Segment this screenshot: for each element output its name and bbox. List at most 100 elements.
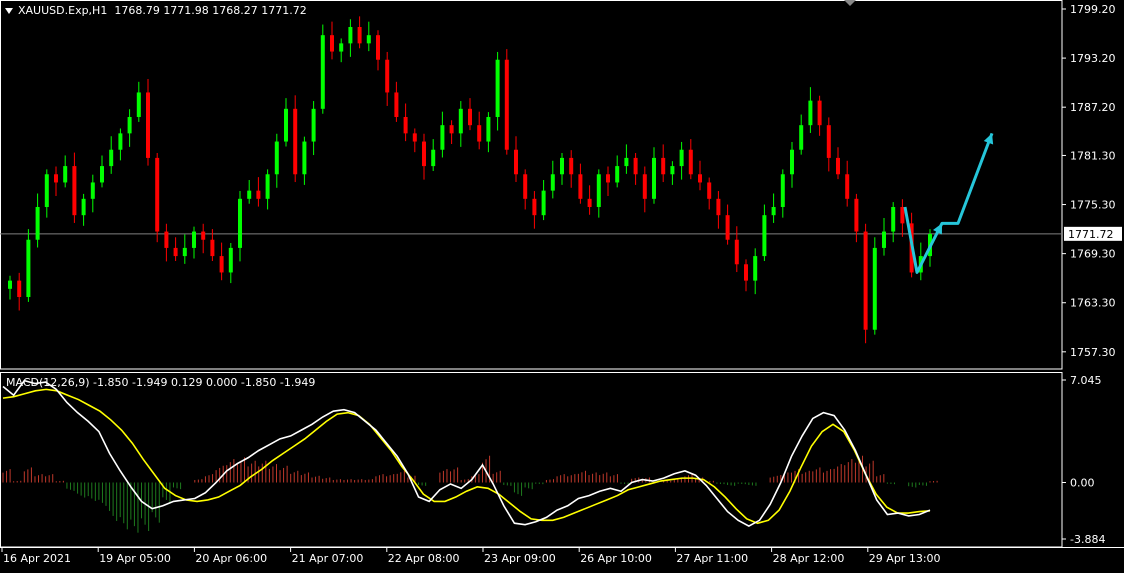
candle-body (606, 174, 610, 183)
candle-body (357, 27, 362, 44)
candle-body (514, 149, 518, 175)
price-tick-label: 1799.20 (1070, 3, 1116, 16)
price-tick-label: 1787.20 (1070, 101, 1116, 114)
chart-header: XAUUSD.Exp,H1 1768.79 1771.98 1768.27 17… (18, 4, 307, 17)
candle-body (541, 190, 546, 216)
candle-body (863, 231, 868, 330)
chart-canvas[interactable]: 1799.20 1793.20 1787.20 1781.30 1775.30 1769.… (0, 0, 1124, 569)
candle-body (54, 174, 58, 183)
candle-body (688, 149, 693, 175)
price-tick-label: 1775.30 (1070, 199, 1116, 212)
candle-body (780, 174, 785, 207)
candle-body (265, 174, 270, 199)
candle-body (339, 43, 344, 52)
candle-body (762, 215, 767, 257)
candle-body (366, 35, 371, 44)
candle-body (109, 149, 114, 167)
time-tick-label: 16 Apr 2021 (3, 552, 71, 565)
candle-body (440, 125, 445, 150)
candle-body (256, 190, 261, 199)
candle-body (707, 182, 712, 199)
candle-body (182, 247, 187, 257)
candle-body (44, 174, 49, 207)
candle-body (569, 157, 574, 175)
candle-body (523, 174, 528, 199)
candle-body (293, 108, 298, 175)
candle-body (192, 231, 196, 248)
candle-body (247, 190, 252, 199)
candle-body (210, 239, 215, 257)
candle-body (81, 198, 86, 216)
time-tick-label: 22 Apr 08:00 (388, 552, 460, 565)
candle-body (725, 215, 730, 240)
candle-body (836, 157, 840, 175)
candle-body (26, 239, 31, 297)
candle-body (734, 239, 739, 265)
candle-body (679, 149, 684, 167)
candle-body (587, 198, 592, 207)
candle-body (90, 182, 95, 199)
price-pane-frame (0, 0, 1063, 370)
candle-body (284, 108, 288, 142)
candle-body (790, 149, 794, 175)
candle-body (652, 157, 656, 199)
candle-body (808, 100, 813, 126)
candle-body (403, 117, 408, 134)
candle-body (17, 280, 22, 297)
candle-body (173, 247, 178, 257)
candle-body (219, 256, 224, 273)
candle-body (891, 207, 896, 232)
candle-body (560, 157, 564, 175)
ohlc-label: 1768.79 1771.98 1768.27 1771.72 (114, 4, 307, 17)
candle-body (127, 117, 132, 134)
candle-body (238, 198, 242, 248)
candle-body (35, 207, 40, 240)
time-tick-label: 23 Apr 09:00 (484, 552, 556, 565)
candle-body (495, 59, 500, 117)
candle-body (164, 231, 169, 248)
price-tick-label: 1769.30 (1070, 248, 1116, 261)
candle-body (882, 231, 886, 248)
time-tick-label: 27 Apr 11:00 (676, 552, 748, 565)
candle-body (532, 198, 537, 216)
candle-body (274, 141, 279, 175)
candle-body (385, 59, 390, 93)
candle-body (458, 108, 463, 134)
candle-body (670, 166, 675, 175)
candle-body (412, 133, 417, 142)
candle-body (817, 100, 822, 126)
candle-body (624, 157, 629, 167)
scroll-marker-icon (844, 0, 856, 6)
projection-arrow-line (903, 132, 994, 274)
candle-body (228, 247, 233, 273)
candle-body (320, 35, 325, 109)
trading-chart[interactable]: 1799.20 1793.20 1787.20 1781.30 1775.30 1769.… (0, 0, 1124, 569)
candle-body (633, 157, 638, 175)
candle-body (100, 166, 104, 183)
candle-body (872, 247, 877, 330)
macd-main-line (2, 379, 931, 528)
candle-body (394, 92, 399, 117)
symbol-label: XAUUSD.Exp,H1 (18, 4, 108, 17)
candle-body (716, 198, 721, 216)
time-tick-label: 29 Apr 13:00 (869, 552, 941, 565)
candle-body (642, 174, 647, 199)
candle-body (376, 35, 380, 60)
macd-header: MACD(12,26,9) -1.850 -1.949 0.129 0.000 … (6, 376, 316, 389)
candle-body (63, 166, 68, 183)
candle-body (854, 198, 859, 232)
candle-body (900, 207, 905, 224)
candle-body (302, 141, 307, 175)
triangle-down-icon[interactable] (5, 8, 13, 14)
candle-body (744, 264, 748, 281)
price-tick-label: 1781.30 (1070, 149, 1116, 162)
candles-group (8, 16, 932, 344)
candle-body (118, 133, 123, 150)
candle-body (550, 174, 555, 191)
candle-body (468, 108, 472, 126)
candle-body (136, 92, 141, 117)
current-price-label: 1771.72 (1068, 228, 1114, 241)
candle-body (615, 166, 620, 183)
candle-body (431, 149, 436, 167)
price-tick-label: 1793.20 (1070, 52, 1116, 65)
